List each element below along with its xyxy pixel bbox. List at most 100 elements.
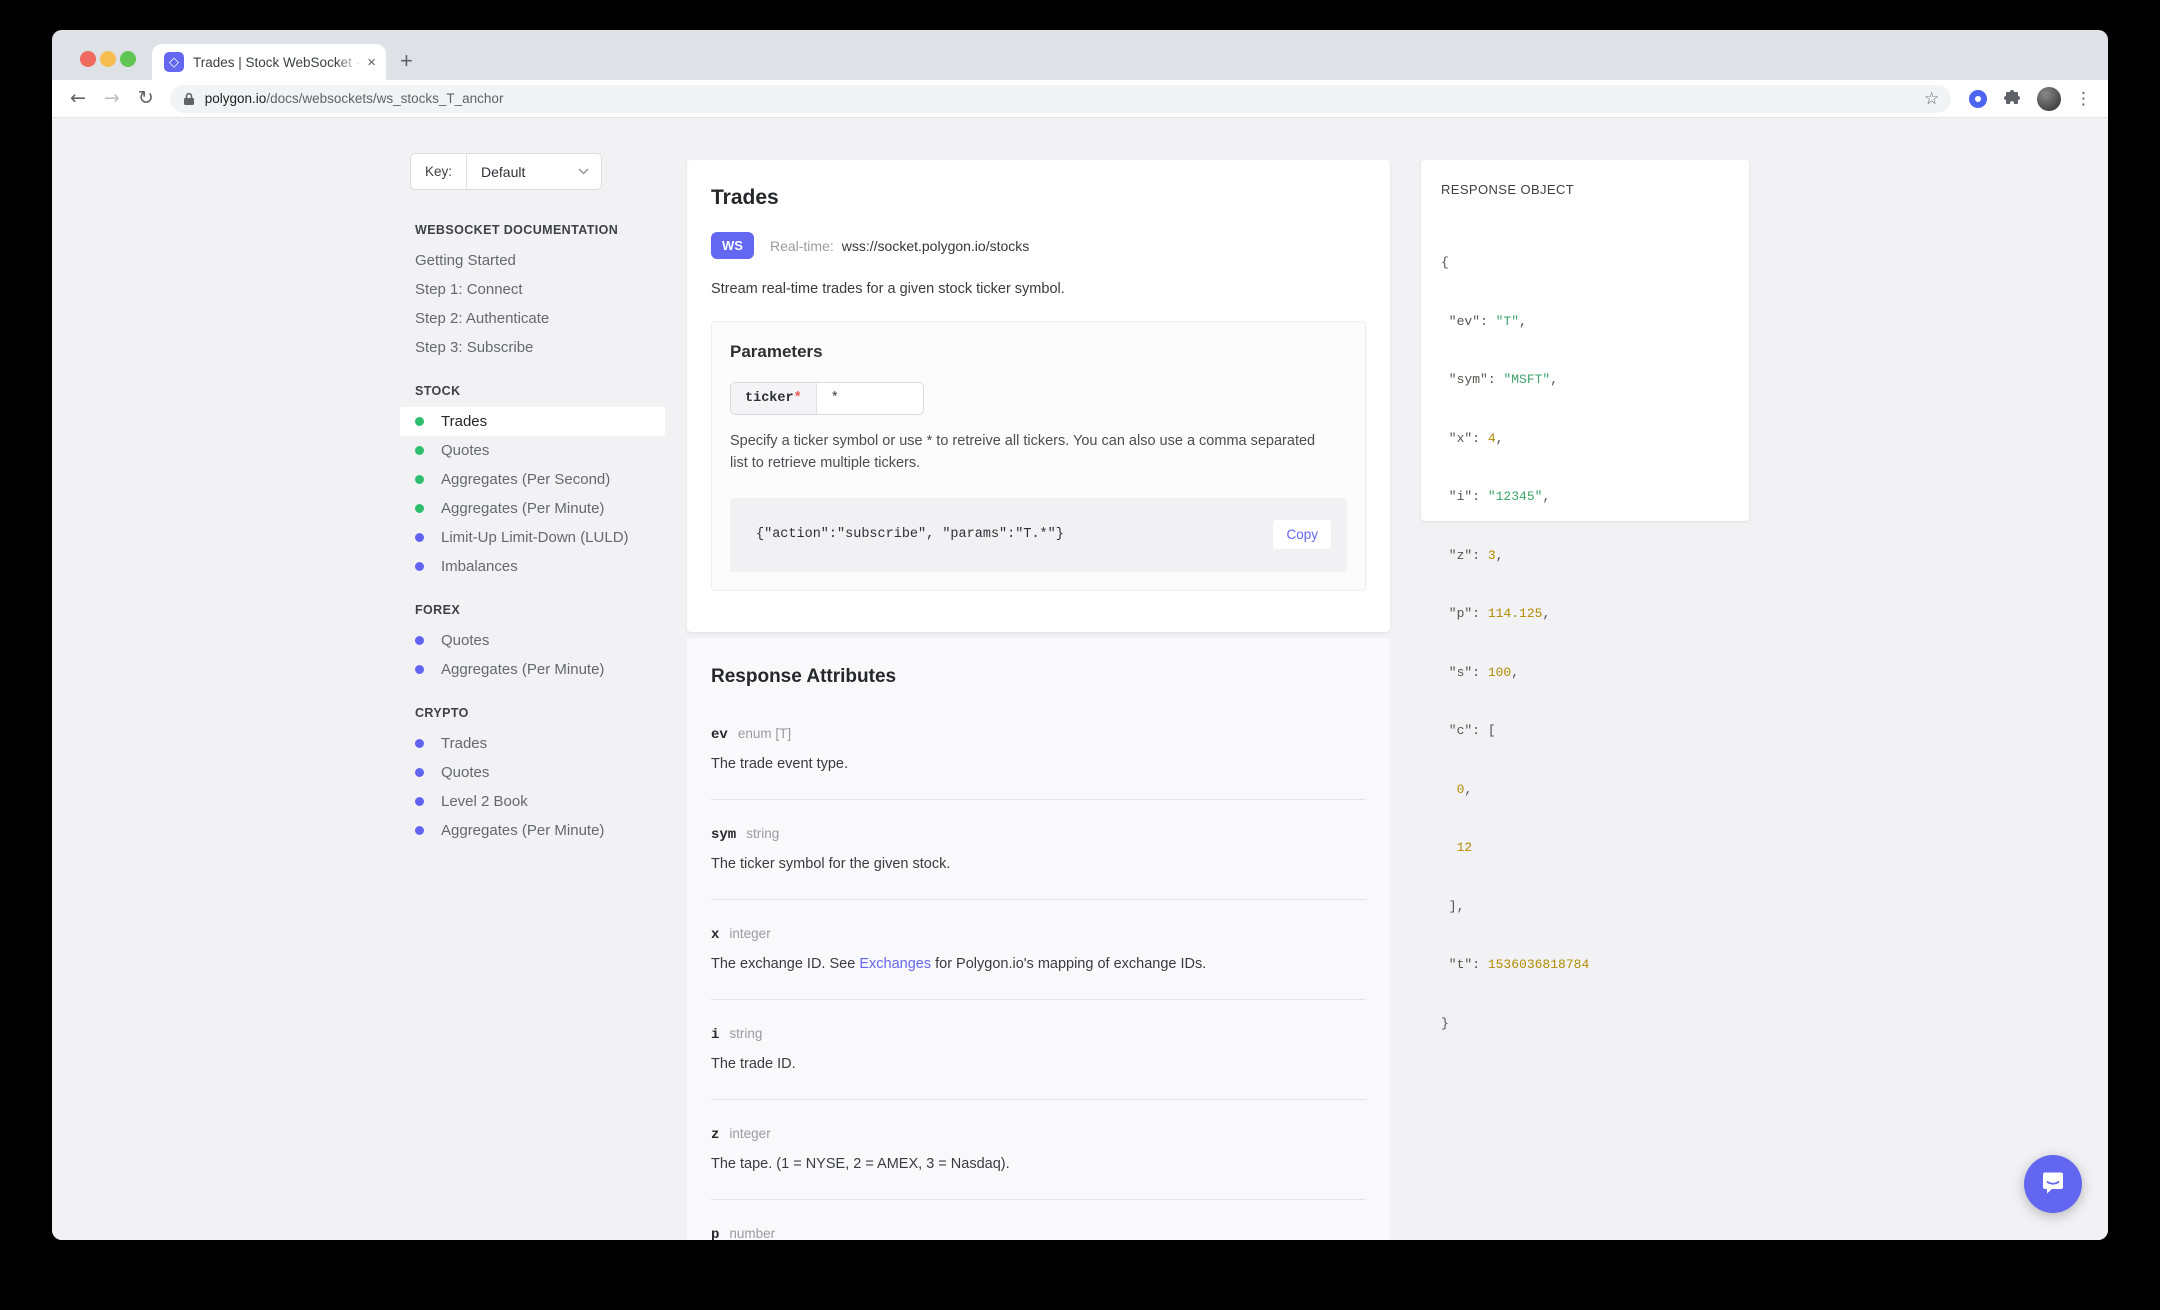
code-line: 12 [1441,838,1729,858]
attribute-name: sym [711,827,736,843]
status-dot-icon [415,417,424,426]
sidebar-item-step3-subscribe[interactable]: Step 3: Subscribe [400,333,665,362]
code-line: "s": 100, [1441,663,1729,683]
sidebar-item-crypto-trades[interactable]: Trades [400,729,665,758]
extensions-puzzle-icon[interactable] [2003,90,2021,108]
browser-menu-icon[interactable]: ⋮ [2075,89,2092,109]
bookmark-star-icon[interactable]: ☆ [1924,89,1939,109]
sidebar-item-getting-started[interactable]: Getting Started [400,246,665,275]
status-dot-icon [415,446,424,455]
attribute-i: istring The trade ID. [711,1026,1366,1100]
ticker-param-input[interactable]: * [817,383,923,414]
code-line: "z": 3, [1441,546,1729,566]
ticker-param-field: ticker* * [730,382,924,415]
attribute-sym: sym string The ticker symbol for the give… [711,826,1366,900]
status-dot-icon [415,826,424,835]
status-dot-icon [415,797,424,806]
sidebar-item-stock-luld[interactable]: Limit-Up Limit-Down (LULD) [400,523,665,552]
extension-icon[interactable] [1969,90,1987,108]
sidebar-item-label: Level 2 Book [441,793,528,810]
sidebar-item-label: Getting Started [415,252,516,269]
sidebar-section-crypto: CRYPTO [400,697,665,729]
sidebar-item-stock-aggregates-second[interactable]: Aggregates (Per Second) [400,465,665,494]
attribute-x: xinteger The exchange ID. See Exchanges … [711,926,1366,1000]
parameters-heading: Parameters [730,342,1347,362]
key-label: Key: [411,154,467,189]
attribute-type: enum [T] [738,726,791,741]
code-line: "x": 4, [1441,429,1729,449]
attribute-description: The trade event type. [711,756,1366,772]
sidebar-item-label: Aggregates (Per Second) [441,471,610,488]
api-key-selector[interactable]: Key: Default [410,153,602,190]
sidebar-item-crypto-quotes[interactable]: Quotes [400,758,665,787]
forward-icon[interactable]: → [104,89,120,108]
copy-button[interactable]: Copy [1273,520,1331,549]
sidebar-item-forex-aggregates-minute[interactable]: Aggregates (Per Minute) [400,655,665,684]
status-dot-icon [415,739,424,748]
endpoint-url: wss://socket.polygon.io/stocks [842,238,1030,254]
url-path: /docs/websockets/ws_stocks_T_anchor [266,91,503,106]
sidebar-item-crypto-aggregates-minute[interactable]: Aggregates (Per Minute) [400,816,665,845]
status-dot-icon [415,562,424,571]
response-object-card: RESPONSE OBJECT { "ev": "T", "sym": "MSF… [1421,160,1749,521]
attribute-name: ev [711,727,728,743]
attribute-description: The ticker symbol for the given stock. [711,856,1366,872]
window-minimize-button[interactable] [100,51,116,67]
chat-bubble-icon [2040,1171,2066,1197]
endpoint-row: WS Real-time: wss://socket.polygon.io/st… [711,232,1366,259]
code-line: { [1441,253,1729,273]
profile-avatar[interactable] [2037,87,2061,111]
sidebar-item-stock-imbalances[interactable]: Imbalances [400,552,665,581]
sidebar-item-step2-authenticate[interactable]: Step 2: Authenticate [400,304,665,333]
sidebar-item-label: Step 2: Authenticate [415,310,549,327]
back-icon[interactable]: ← [70,89,86,108]
ticker-param-label: ticker* [731,383,817,414]
attribute-description: The exchange ID. See Exchanges for Polyg… [711,956,1366,972]
tab-close-icon[interactable]: × [367,54,376,71]
code-line: "i": "12345", [1441,487,1729,507]
url-text: polygon.io/docs/websockets/ws_stocks_T_a… [205,91,1924,106]
reload-icon[interactable]: ↻ [138,89,154,108]
sidebar-item-stock-aggregates-minute[interactable]: Aggregates (Per Minute) [400,494,665,523]
code-line: "sym": "MSFT", [1441,370,1729,390]
sidebar-item-stock-trades[interactable]: Trades [400,407,665,436]
sidebar-item-label: Aggregates (Per Minute) [441,822,604,839]
sidebar-item-label: Limit-Up Limit-Down (LULD) [441,529,629,546]
window-zoom-button[interactable] [120,51,136,67]
new-tab-button[interactable]: + [400,48,413,74]
code-line: "c": [ [1441,721,1729,741]
sidebar-item-crypto-level2book[interactable]: Level 2 Book [400,787,665,816]
chat-launcher-button[interactable] [2024,1155,2082,1213]
code-line: } [1441,1014,1729,1034]
ticker-param-help: Specify a ticker symbol or use * to retr… [730,431,1320,475]
address-bar[interactable]: polygon.io/docs/websockets/ws_stocks_T_a… [170,85,1951,113]
sidebar-item-forex-quotes[interactable]: Quotes [400,626,665,655]
code-line: "ev": "T", [1441,312,1729,332]
sidebar-section-forex: FOREX [400,594,665,626]
sidebar-item-label: Quotes [441,442,489,459]
window-close-button[interactable] [80,51,96,67]
sidebar-section-websocket-documentation: WEBSOCKET DOCUMENTATION [400,214,665,246]
sidebar-item-label: Step 3: Subscribe [415,339,533,356]
attribute-z: zinteger The tape. (1 = NYSE, 2 = AMEX, … [711,1126,1366,1200]
browser-toolbar: ← → ↻ polygon.io/docs/websockets/ws_stoc… [52,80,2108,118]
attribute-type: number [729,1226,775,1240]
sidebar-item-step1-connect[interactable]: Step 1: Connect [400,275,665,304]
exchanges-link[interactable]: Exchanges [859,956,931,972]
sidebar-item-label: Step 1: Connect [415,281,523,298]
attribute-type: string [746,826,779,841]
response-attributes-section: Response Attributes ev enum [T] The trade… [687,638,1390,1240]
code-line: ], [1441,897,1729,917]
chevron-down-icon [578,168,589,175]
status-dot-icon [415,533,424,542]
sidebar-item-stock-quotes[interactable]: Quotes [400,436,665,465]
tab-strip: ◇ Trades | Stock WebSocket - Po × + [52,30,2108,80]
response-attributes-heading: Response Attributes [711,666,1366,688]
attribute-p: pnumber The price. [711,1226,1366,1240]
browser-tab[interactable]: ◇ Trades | Stock WebSocket - Po × [152,44,386,80]
desktop: ◇ Trades | Stock WebSocket - Po × + ← → … [0,0,2160,1310]
subscribe-code-block: {"action":"subscribe", "params":"T.*"} C… [730,498,1347,572]
attribute-description: The trade ID. [711,1056,1366,1072]
response-object-heading: RESPONSE OBJECT [1441,182,1729,197]
sidebar-section-stock: STOCK [400,375,665,407]
